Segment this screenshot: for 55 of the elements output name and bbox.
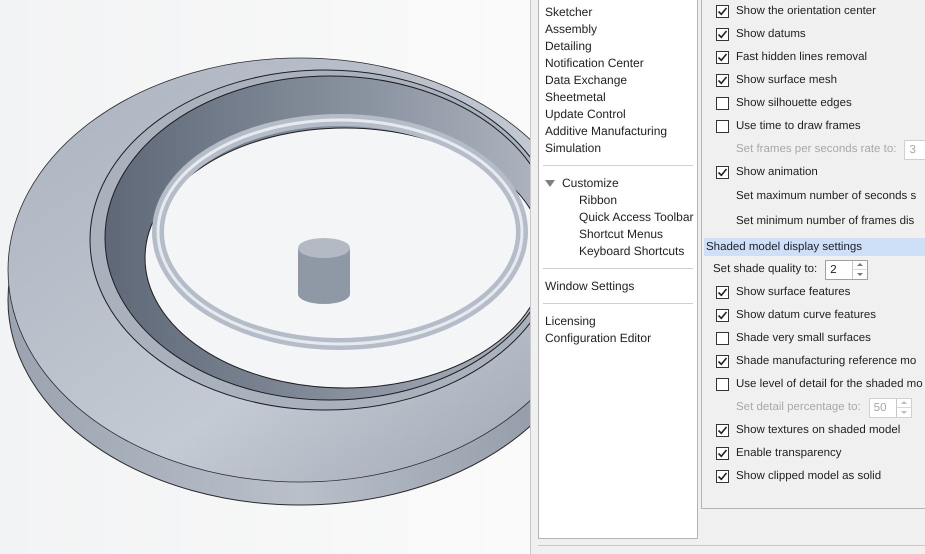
option-label: Show silhouette edges [736, 96, 852, 111]
checkbox[interactable] [716, 447, 729, 460]
option-label: Set shade quality to: [713, 262, 818, 277]
option-label: Use time to draw frames [736, 119, 861, 134]
option-label: Set minimum number of frames dis [736, 214, 914, 229]
option-label: Show clipped model as solid [736, 469, 882, 484]
option-label: Shade very small surfaces [736, 331, 871, 346]
category-item[interactable]: Shortcut Menus [579, 227, 664, 242]
checkbox[interactable] [716, 51, 729, 64]
checkbox[interactable] [716, 378, 729, 391]
number-spinner[interactable]: 2 [825, 260, 868, 280]
checkbox[interactable] [716, 97, 729, 110]
category-item[interactable]: Detailing [545, 39, 592, 54]
option-label: Show surface mesh [736, 73, 837, 88]
checkbox[interactable] [716, 28, 729, 41]
category-item[interactable]: Keyboard Shortcuts [579, 244, 684, 259]
option-label: Show the orientation center [736, 4, 876, 19]
category-item[interactable]: Sheetmetal [545, 90, 606, 105]
option-label: Show surface features [736, 285, 850, 300]
category-item[interactable]: Sketcher [545, 5, 592, 20]
option-label: Show animation [736, 165, 818, 180]
category-item[interactable]: Window Settings [545, 279, 634, 294]
category-item[interactable]: Configuration Editor [545, 331, 652, 346]
category-item[interactable]: Assembly [545, 22, 598, 37]
section-header: Shaded model display settings [704, 238, 925, 256]
category-item[interactable]: Ribbon [579, 193, 618, 208]
option-label: Shade manufacturing reference mo [736, 354, 916, 369]
category-item[interactable]: Customize [562, 176, 619, 191]
checkbox[interactable] [716, 5, 729, 18]
option-label: Use level of detail for the shaded mo [736, 377, 923, 392]
category-item[interactable]: Simulation [545, 141, 602, 156]
option-label: Show datum curve features [736, 308, 876, 323]
option-label: Show datums [736, 27, 806, 42]
checkbox[interactable] [716, 470, 729, 483]
option-label: Show textures on shaded model [736, 423, 900, 438]
category-item[interactable]: Quick Access Toolbar [579, 210, 694, 225]
checkbox[interactable] [716, 332, 729, 345]
option-label: Set detail percentage to: [736, 400, 861, 415]
checkbox[interactable] [716, 74, 729, 87]
category-item[interactable]: Additive Manufacturing [545, 124, 668, 139]
checkbox[interactable] [716, 309, 729, 322]
checkbox[interactable] [716, 120, 729, 133]
option-label: Enable transparency [736, 446, 842, 461]
checkbox[interactable] [716, 286, 729, 299]
expand-triangle-icon[interactable] [545, 180, 555, 187]
checkbox[interactable] [716, 355, 729, 368]
category-item[interactable]: Update Control [545, 107, 626, 122]
category-item[interactable]: Licensing [545, 314, 596, 329]
option-label: Fast hidden lines removal [736, 50, 868, 65]
category-item[interactable]: Data Exchange [545, 73, 628, 88]
option-label: Set frames per seconds rate to: [736, 142, 896, 157]
checkbox[interactable] [716, 424, 729, 437]
option-label: Set maximum number of seconds s [736, 189, 916, 204]
category-item[interactable]: Notification Center [545, 56, 644, 71]
checkbox[interactable] [716, 166, 729, 179]
